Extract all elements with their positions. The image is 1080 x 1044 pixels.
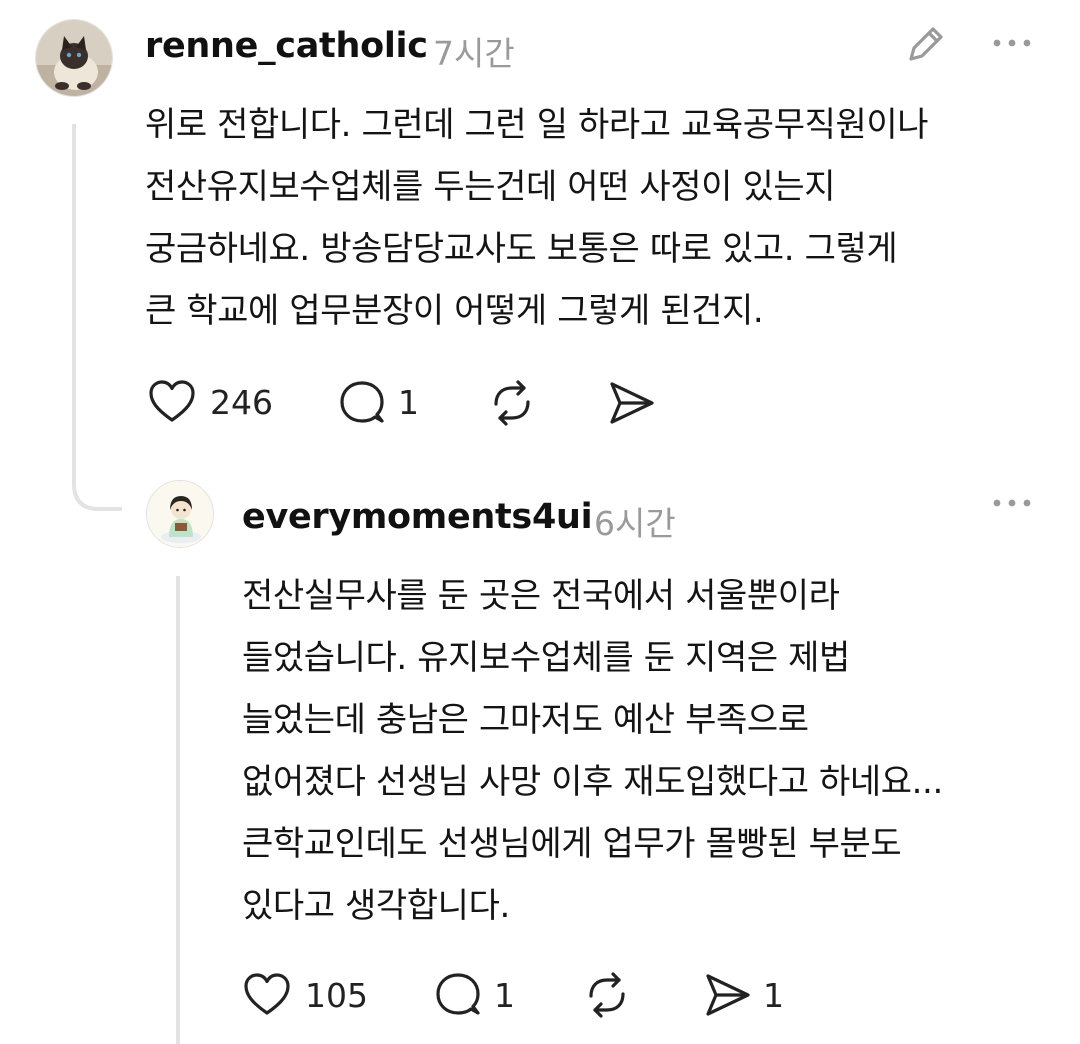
comment-time: 7시간 xyxy=(433,34,515,73)
reply-line: 큰학교인데도 선생님에게 업무가 몰빵된 부분도 xyxy=(242,824,902,864)
reply-body: 전산실무사를 둔 곳은 전국에서 서울뿐이라 들었습니다. 유지보수업체를 둔 … xyxy=(242,565,943,937)
reply-line: 없어졌다 선생님 사망 이후 재도입했다고 하네요... xyxy=(242,762,943,802)
reply-line: 들었습니다. 유지보수업체를 둔 지역은 제법 xyxy=(242,638,850,678)
heart-icon[interactable] xyxy=(148,379,196,425)
like-count: 105 xyxy=(305,976,368,1015)
reply-line: 늘었는데 충남은 그마저도 예산 부족으로 xyxy=(242,700,809,740)
avatar-everymoments4ui[interactable] xyxy=(146,480,214,548)
comment-line: 궁금하네요. 방송담당교사도 보통은 따로 있고. 그렇게 xyxy=(145,229,898,269)
reply-line: 전산실무사를 둔 곳은 전국에서 서울뿐이라 xyxy=(242,576,840,616)
comment-icon[interactable] xyxy=(338,380,388,426)
more-icon[interactable] xyxy=(990,36,1034,50)
comment-body: 위로 전합니다. 그런데 그런 일 하라고 교육공무직원이나 전산유지보수업체를… xyxy=(145,94,928,342)
reply-count: 1 xyxy=(494,976,515,1015)
reply-username[interactable]: everymoments4ui xyxy=(242,497,593,537)
comment-icon[interactable] xyxy=(434,972,484,1018)
reply-line: 있다고 생각합니다. xyxy=(242,886,510,926)
reply-thread-line xyxy=(176,576,180,1044)
like-count: 246 xyxy=(210,383,273,422)
more-icon[interactable] xyxy=(990,496,1034,510)
comment-line: 전산유지보수업체를 두는건데 어떤 사정이 있는지 xyxy=(145,167,836,207)
heart-icon[interactable] xyxy=(243,972,291,1018)
send-icon[interactable] xyxy=(702,972,752,1018)
comment-username[interactable]: renne_catholic xyxy=(145,26,428,66)
avatar-renne-catholic[interactable] xyxy=(35,19,113,97)
comment-line: 큰 학교에 업무분장이 어떻게 그렇게 된건지. xyxy=(145,291,764,331)
reply-count: 1 xyxy=(398,383,419,422)
reply-time: 6시간 xyxy=(594,504,676,543)
send-icon[interactable] xyxy=(606,380,656,426)
comment-line: 위로 전합니다. 그런데 그런 일 하라고 교육공무직원이나 xyxy=(145,105,929,145)
thread-connector xyxy=(72,124,122,511)
pencil-icon[interactable] xyxy=(903,21,949,67)
repost-icon[interactable] xyxy=(488,380,536,426)
share-count: 1 xyxy=(763,976,784,1015)
repost-icon[interactable] xyxy=(583,972,631,1018)
